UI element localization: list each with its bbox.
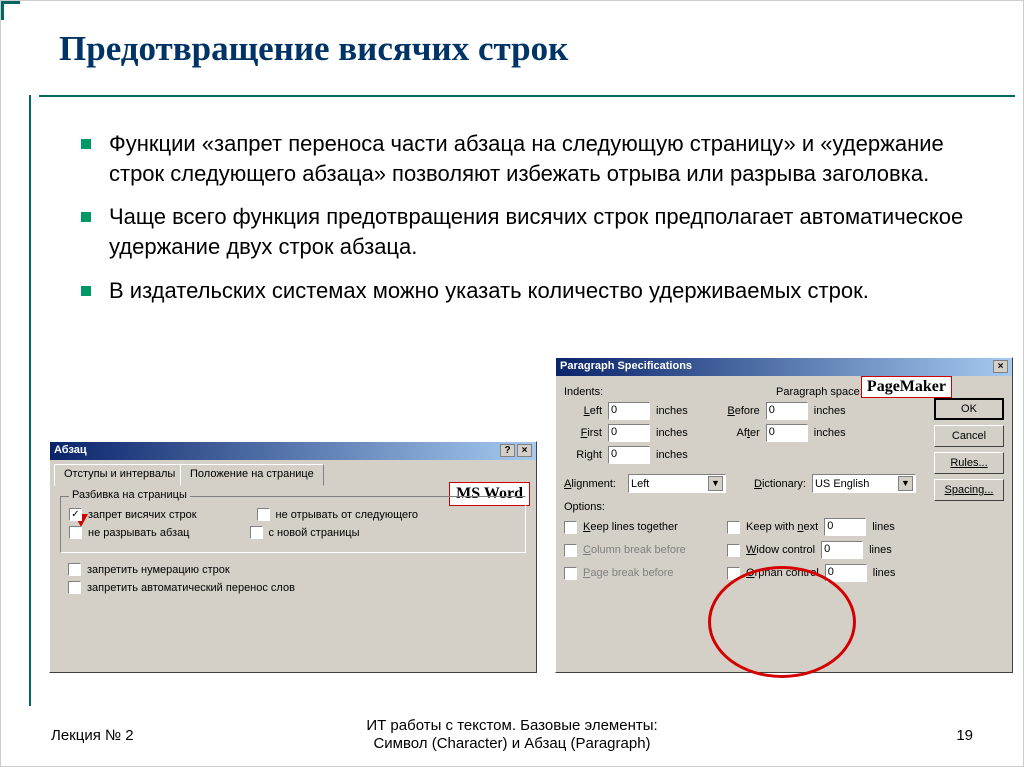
dictionary-label: Dictionary: [754,478,806,490]
chevron-down-icon: ▼ [898,476,913,491]
rules-button[interactable]: Rules... [934,452,1004,474]
msword-dialog: Абзац ? × Отступы и интервалы Положение … [49,441,537,673]
pagination-group: Разбивка на страницы ✓запрет висячих стр… [60,496,526,553]
slide-footer: Лекция № 2 ИТ работы с текстом. Базовые … [1,717,1023,755]
footer-page-number: 19 [956,727,973,744]
bullet-item: В издательских системах можно указать ко… [81,276,983,306]
pagemaker-callout-label: PageMaker [861,376,952,398]
chk-keep-together[interactable]: не разрывать абзац [69,526,190,539]
help-icon[interactable]: ? [500,444,515,457]
slide-title: Предотвращение висячих строк [59,29,568,69]
options-heading: Options: [564,501,1004,513]
widow-lines-input[interactable]: 0 [821,541,863,559]
indent-first-input[interactable]: 0 [608,424,650,442]
close-icon[interactable]: × [517,444,532,457]
keep-next-lines-input[interactable]: 0 [824,518,866,536]
chk-orphan-control[interactable] [727,567,740,580]
pagemaker-dialog: Paragraph Specifications × PageMaker OK … [555,357,1013,673]
bullet-item: Чаще всего функция предотвращения висячи… [81,202,983,261]
chk-keep-lines[interactable] [564,521,577,534]
msword-window-title: Абзац [54,444,87,458]
msword-tabs: Отступы и интервалы Положение на страниц… [50,462,536,486]
orphan-lines-input[interactable]: 0 [825,564,867,582]
slide-body: Функции «запрет переноса части абзаца на… [81,129,983,319]
red-ellipse-annotation [708,566,856,678]
tab-position[interactable]: Положение на странице [180,464,324,486]
chk-keep-next[interactable]: не отрывать от следующего [257,508,418,521]
cancel-button[interactable]: Cancel [934,425,1004,447]
chk-new-page[interactable]: с новой страницы [250,526,360,539]
pm-button-column: OK Cancel Rules... Spacing... [934,398,1004,501]
indent-left-input[interactable]: 0 [608,402,650,420]
spacing-button[interactable]: Spacing... [934,479,1004,501]
pm-window-title: Paragraph Specifications [560,360,692,374]
footer-left: Лекция № 2 [51,727,134,744]
pm-titlebar: Paragraph Specifications × [556,358,1012,376]
bullet-item: Функции «запрет переноса части абзаца на… [81,129,983,188]
close-icon[interactable]: × [993,360,1008,373]
alignment-label: Alignment: [564,478,622,490]
chk-page-break[interactable] [564,567,577,580]
group-label: Разбивка на страницы [69,489,190,501]
corner-ornament [1,1,20,20]
horizontal-rule [39,95,1015,97]
footer-center: ИТ работы с текстом. Базовые элементы: С… [1,717,1023,755]
chk-widow[interactable]: ✓запрет висячих строк [69,508,197,521]
chk-column-break[interactable] [564,544,577,557]
chk-no-num[interactable]: запретить нумерацию строк [68,563,230,576]
tab-indents[interactable]: Отступы и интервалы [54,464,185,486]
second-group: запретить нумерацию строк запретить авто… [60,563,526,607]
chk-keep-with-next[interactable] [727,521,740,534]
space-before-input[interactable]: 0 [766,402,808,420]
msword-titlebar: Абзац ? × [50,442,536,460]
indent-right-input[interactable]: 0 [608,446,650,464]
ok-button[interactable]: OK [934,398,1004,420]
indents-heading: Indents: [564,386,614,398]
pspace-heading: Paragraph space: [776,386,863,398]
alignment-select[interactable]: Left▼ [628,474,726,493]
chk-no-hyph[interactable]: запретить автоматический перенос слов [68,581,295,594]
vertical-rule [29,95,31,706]
space-after-input[interactable]: 0 [766,424,808,442]
chevron-down-icon: ▼ [708,476,723,491]
dictionary-select[interactable]: US English▼ [812,474,916,493]
chk-widow-control[interactable] [727,544,740,557]
